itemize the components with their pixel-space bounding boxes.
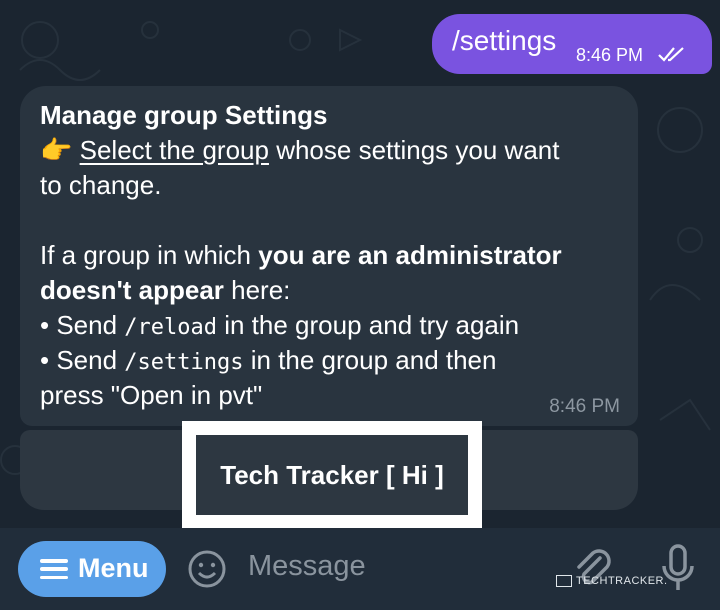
- bullet-text: • Send: [40, 345, 125, 375]
- outgoing-message-bubble: /settings 8:46 PM: [432, 14, 712, 74]
- message-text: whose settings you want: [268, 135, 560, 165]
- emoji-icon[interactable]: [186, 548, 228, 590]
- message-title: Manage group Settings: [40, 100, 328, 130]
- outgoing-message-text: /settings: [452, 25, 557, 56]
- watermark-text: TECHTRACKER.: [576, 575, 668, 587]
- message-bold-text: you are an administrator: [258, 240, 562, 270]
- message-text: here:: [223, 275, 291, 305]
- double-check-icon: [658, 47, 684, 62]
- menu-button-label: Menu: [78, 553, 149, 583]
- message-text: If a group in which: [40, 240, 259, 270]
- message-bold-text: doesn't appear: [40, 275, 224, 305]
- incoming-message-body: Manage group Settings 👉 Select the group…: [40, 98, 625, 413]
- bullet-text: • Send: [40, 310, 125, 340]
- message-input-bar: Menu Message TECHTRACKER.: [0, 528, 720, 610]
- message-text: press "Open in pvt": [40, 380, 263, 410]
- pointing-hand-icon: 👉: [40, 135, 73, 165]
- menu-button[interactable]: Menu: [18, 541, 166, 597]
- outgoing-message-time: 8:46 PM: [576, 45, 644, 65]
- message-text: to change.: [40, 170, 162, 200]
- bullet-text: in the group and then: [243, 345, 497, 375]
- highlight-box: Tech Tracker [ Hi ]: [182, 421, 482, 529]
- bullet-text: in the group and try again: [217, 310, 520, 340]
- incoming-message-time: 8:46 PM: [549, 396, 620, 417]
- settings-command[interactable]: /settings: [124, 350, 243, 375]
- reload-command[interactable]: /reload: [124, 315, 217, 340]
- watermark: TECHTRACKER.: [556, 575, 668, 588]
- menu-hamburger-icon: [40, 559, 68, 580]
- message-input[interactable]: Message: [248, 550, 366, 583]
- select-group-link[interactable]: Select the group: [80, 135, 269, 165]
- tech-tracker-group-button[interactable]: Tech Tracker [ Hi ]: [196, 435, 468, 515]
- incoming-message-bubble: Manage group Settings 👉 Select the group…: [20, 86, 638, 426]
